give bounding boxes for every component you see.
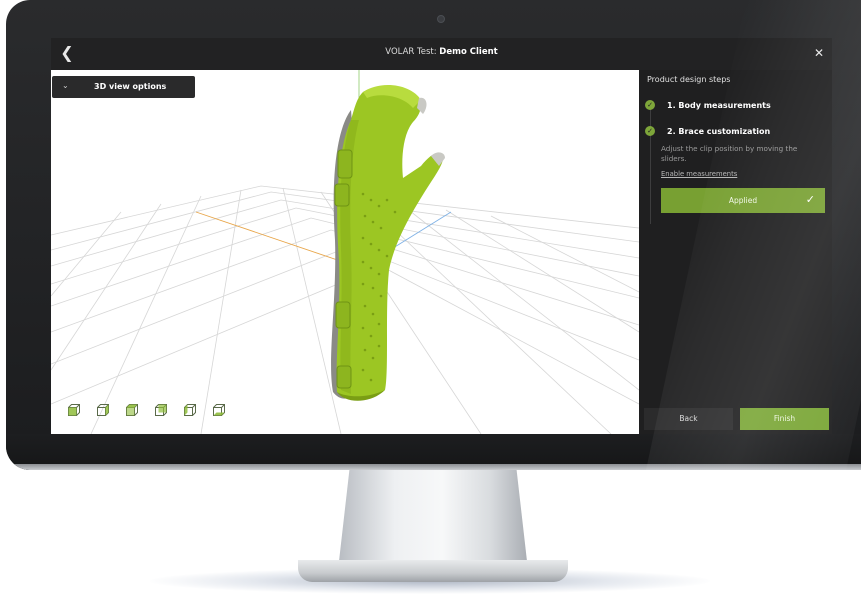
- title-prefix: VOLAR Test:: [385, 47, 440, 57]
- view-options-toggle[interactable]: ⌄ 3D view options: [52, 76, 195, 98]
- enable-measurements-link[interactable]: Enable measurements: [661, 170, 737, 178]
- step-label: 1. Body measurements: [667, 100, 771, 110]
- close-icon[interactable]: ✕: [810, 44, 828, 62]
- view-preset-bar: [67, 403, 226, 417]
- view-cube-5-icon[interactable]: [183, 403, 197, 417]
- design-steps-panel: Product design steps ✓ 1. Body measureme…: [639, 70, 832, 434]
- view-cube-1-icon[interactable]: [67, 403, 81, 417]
- steps-timeline: [650, 106, 651, 224]
- step-description: Adjust the clip position by moving the s…: [661, 144, 798, 163]
- monitor-stand-neck: [338, 470, 528, 570]
- step-label: 2. Brace customization: [667, 126, 771, 136]
- app-screen: ❮ VOLAR Test: Demo Client ✕ ⌄ 3D view op…: [51, 38, 832, 434]
- monitor-edge: [10, 464, 861, 470]
- view-cube-4-icon[interactable]: [154, 403, 168, 417]
- 3d-scene[interactable]: [51, 70, 639, 434]
- chevron-down-icon: ⌄: [62, 81, 69, 90]
- view-cube-6-icon[interactable]: [212, 403, 226, 417]
- checkmark-icon: ✓: [805, 193, 815, 206]
- step-body-measurements[interactable]: ✓ 1. Body measurements: [645, 100, 771, 110]
- step-brace-customization[interactable]: ✓ 2. Brace customization: [645, 126, 770, 136]
- title-client: Demo Client: [439, 47, 498, 57]
- monitor-bezel: ❮ VOLAR Test: Demo Client ✕ ⌄ 3D view op…: [6, 0, 861, 470]
- webcam-icon: [437, 15, 445, 23]
- applied-label: Applied: [728, 196, 758, 205]
- back-button[interactable]: Back: [644, 408, 733, 430]
- page-title: VOLAR Test: Demo Client: [51, 47, 832, 57]
- finish-button[interactable]: Finish: [740, 408, 829, 430]
- monitor-stand-base: [298, 560, 568, 582]
- top-bar: ❮ VOLAR Test: Demo Client ✕: [51, 38, 832, 70]
- panel-heading: Product design steps: [647, 75, 731, 84]
- applied-button[interactable]: Applied ✓: [661, 188, 825, 213]
- check-circle-icon: ✓: [645, 126, 655, 136]
- check-circle-icon: ✓: [645, 100, 655, 110]
- view-cube-3-icon[interactable]: [125, 403, 139, 417]
- view-cube-2-icon[interactable]: [96, 403, 110, 417]
- 3d-viewer[interactable]: ⌄ 3D view options: [51, 70, 639, 434]
- view-options-label: 3D view options: [94, 82, 167, 91]
